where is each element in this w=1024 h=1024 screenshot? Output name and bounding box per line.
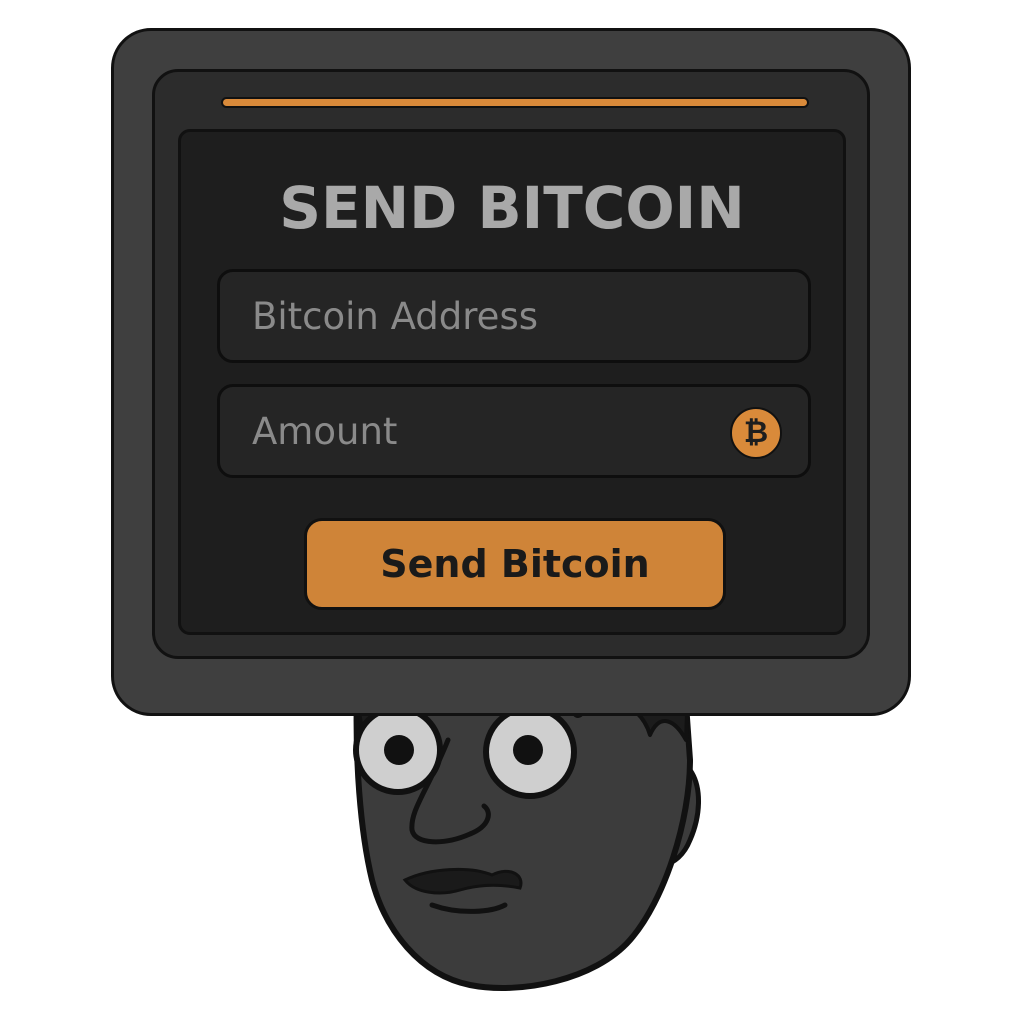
page-title: SEND BITCOIN: [279, 174, 745, 242]
illustration: SEND BITCOIN ₿ Send Bitcoin: [0, 0, 1024, 1024]
device-bezel: SEND BITCOIN ₿ Send Bitcoin: [152, 69, 870, 659]
bitcoin-icon: ₿: [730, 407, 782, 459]
accent-bar: [221, 97, 809, 108]
bitcoin-address-input[interactable]: [217, 269, 811, 363]
wallet-device: SEND BITCOIN ₿ Send Bitcoin: [111, 28, 911, 716]
send-bitcoin-button[interactable]: Send Bitcoin: [304, 518, 726, 610]
amount-input[interactable]: [217, 384, 811, 478]
send-bitcoin-panel: SEND BITCOIN ₿ Send Bitcoin: [178, 129, 846, 635]
